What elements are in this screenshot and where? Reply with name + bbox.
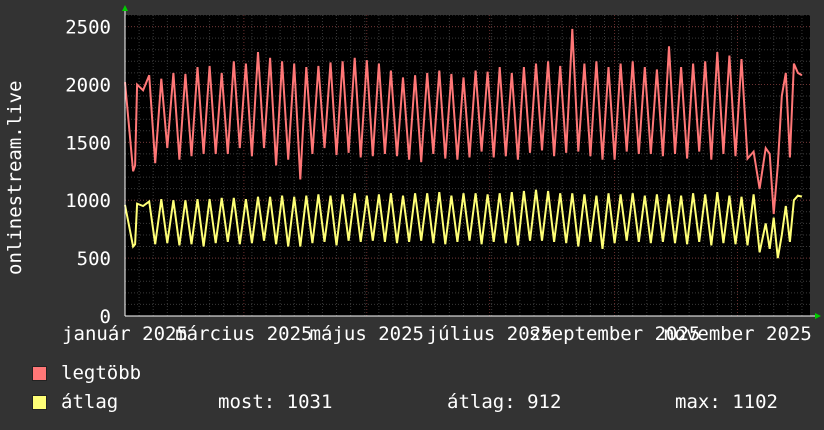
chart-grid (124, 14, 810, 317)
stat-now: most: 1031 (218, 391, 333, 413)
legend-swatch-avg (32, 395, 47, 410)
x-tick-label: május 2025 (310, 323, 424, 345)
legend-swatch-max (32, 366, 47, 381)
legend-label-avg: átlag (61, 391, 119, 413)
x-tick-label: március 2025 (175, 323, 312, 345)
y-axis-label: onlinestream.live (4, 80, 26, 275)
y-tick-label: 2000 (65, 74, 111, 96)
y-axis-arrow (122, 5, 128, 11)
legend-item-avg: átlag (32, 391, 118, 413)
stat-max: max: 1102 (675, 391, 778, 413)
legend-item-max: legtöbb (32, 362, 141, 384)
x-axis-ticks: január 2025március 2025május 2025 július … (62, 323, 812, 345)
y-tick-label: 500 (77, 248, 111, 270)
x-tick-label: január 2025 (62, 323, 188, 345)
legend-label-max: legtöbb (61, 362, 142, 384)
y-axis-ticks: 05001000150020002500 (65, 17, 111, 328)
stat-average: átlag: 912 (447, 391, 562, 413)
x-tick-label: november 2025 (663, 323, 812, 345)
y-tick-label: 1500 (65, 132, 111, 154)
x-axis-arrow (815, 313, 821, 319)
y-tick-label: 1000 (65, 190, 111, 212)
y-tick-label: 2500 (65, 17, 111, 39)
